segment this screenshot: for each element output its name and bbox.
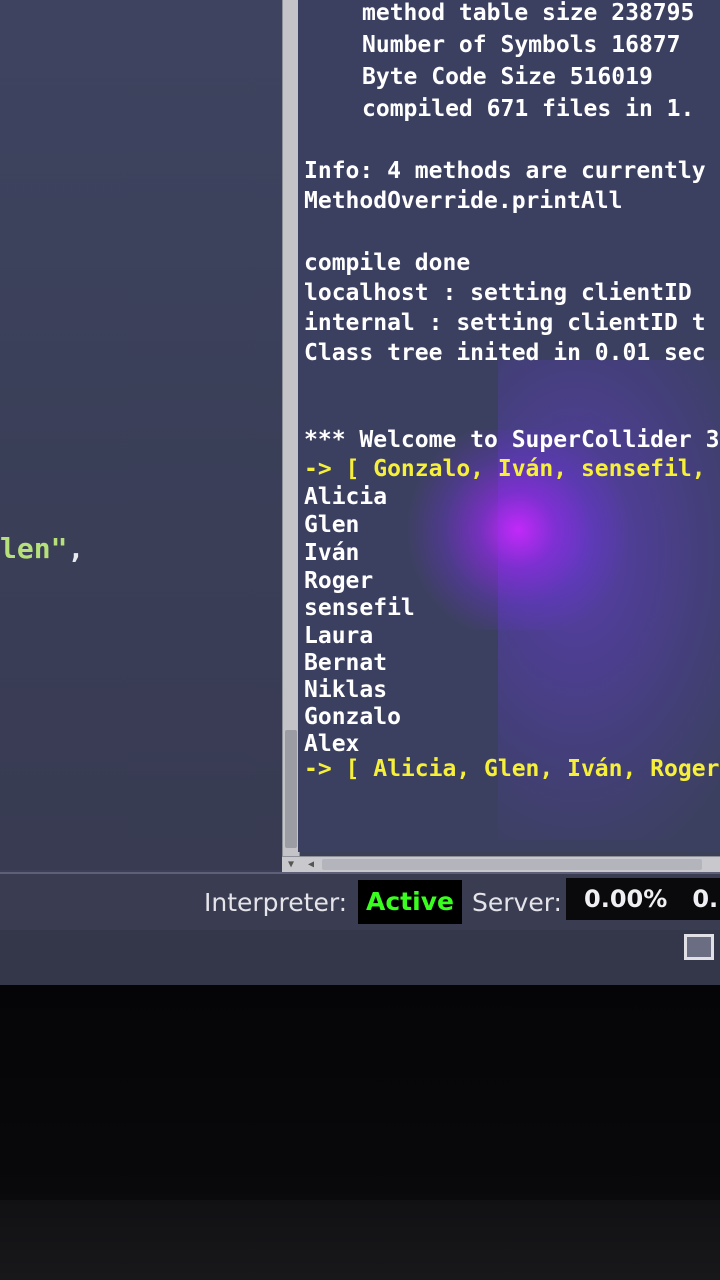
editor-code-line: len",	[0, 532, 84, 565]
server-status-display[interactable]: 0.00% 0.	[566, 878, 720, 920]
editor-string-fragment: len"	[0, 532, 68, 565]
lower-panel	[0, 930, 720, 985]
status-line: localhost : setting clientID	[304, 280, 692, 306]
compile-info-line: Byte Code Size 516019	[362, 64, 653, 90]
name-line: sensefil	[304, 595, 415, 621]
editor-comma: ,	[67, 532, 85, 565]
name-line: Roger	[304, 568, 374, 594]
status-line: internal : setting clientID t	[304, 310, 706, 336]
scrollbar-thumb[interactable]	[285, 730, 297, 848]
name-line: Alicia	[304, 484, 388, 510]
status-line: Class tree inited in 0.01 sec	[304, 340, 706, 366]
welcome-line: *** Welcome to SuperCollider 3	[304, 427, 720, 453]
name-line: Iván	[304, 540, 360, 566]
post-output: method table size 238795 Number of Symbo…	[304, 0, 720, 782]
window-icon[interactable]	[684, 934, 714, 960]
name-line: Bernat	[304, 650, 388, 676]
scrollbar-thumb[interactable]	[322, 859, 702, 870]
scroll-down-arrow-icon[interactable]: ▼	[284, 858, 298, 871]
interpreter-status-badge[interactable]: Active	[358, 880, 462, 924]
compile-info-line: Number of Symbols 16877	[362, 32, 681, 58]
override-line: MethodOverride.printAll	[304, 188, 623, 214]
compile-info-line: method table size 238795	[362, 0, 695, 26]
name-line: Niklas	[304, 677, 388, 703]
compile-info-line: compiled 671 files in 1.	[362, 96, 695, 122]
post-horizontal-scrollbar[interactable]: ▼ ◀	[282, 856, 720, 873]
screen: len", method table size 238795 Number of…	[0, 0, 720, 985]
result-line: -> [ Gonzalo, Iván, sensefil,	[304, 456, 706, 482]
result-line: -> [ Alicia, Glen, Iván, Roger,	[304, 756, 720, 782]
name-line: Alex	[304, 731, 360, 757]
name-line: Gonzalo	[304, 704, 401, 730]
code-editor[interactable]: len",	[0, 0, 282, 870]
scroll-left-arrow-icon[interactable]: ◀	[304, 858, 318, 871]
info-line: Info: 4 methods are currently	[304, 158, 706, 184]
status-bar: Interpreter: Active Server: 0.00% 0.	[0, 872, 720, 932]
interpreter-label: Interpreter:	[204, 888, 348, 917]
name-line: Glen	[304, 512, 360, 538]
name-line: Laura	[304, 623, 374, 649]
status-line: compile done	[304, 250, 471, 276]
monitor-bezel-edge	[0, 1200, 720, 1280]
server-cpu-values: 0.00% 0.	[584, 885, 719, 913]
post-window[interactable]: method table size 238795 Number of Symbo…	[298, 0, 720, 852]
server-label: Server:	[472, 888, 562, 917]
